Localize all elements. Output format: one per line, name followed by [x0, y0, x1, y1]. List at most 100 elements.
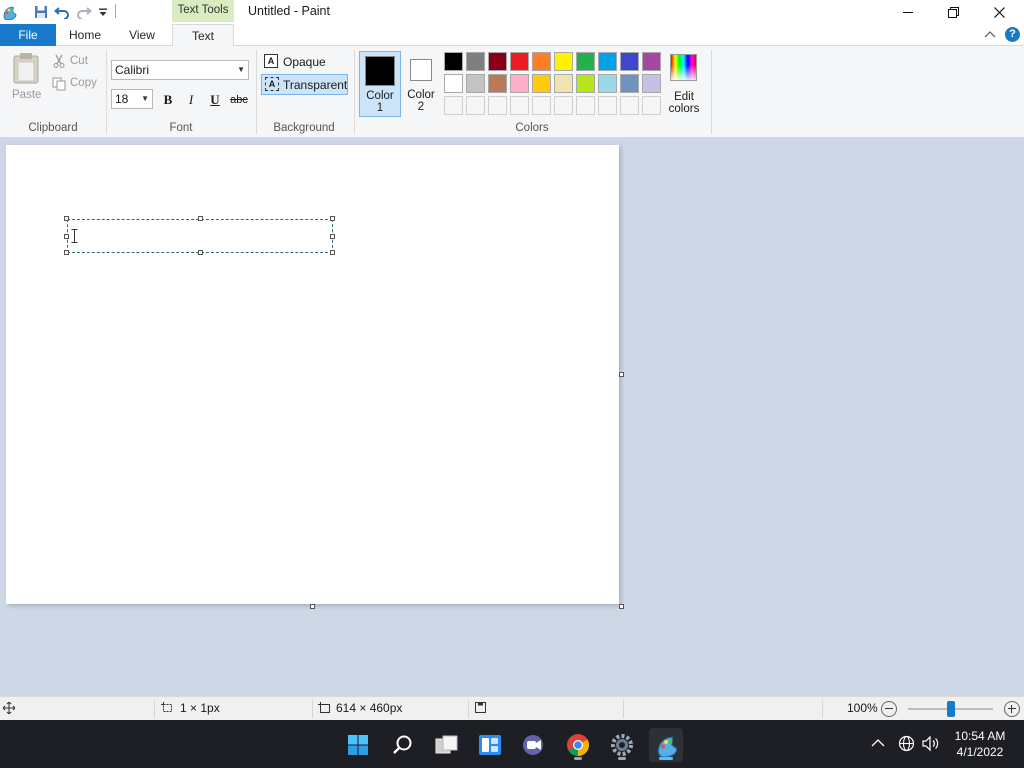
transparent-button[interactable]: A Transparent: [261, 74, 348, 95]
tab-file[interactable]: File: [0, 24, 56, 46]
palette-swatch[interactable]: [488, 96, 507, 115]
palette-swatch[interactable]: [576, 96, 595, 115]
edit-colors-button[interactable]: Edit colors: [668, 51, 700, 117]
clipboard-group-label: Clipboard: [28, 122, 78, 134]
palette-swatch[interactable]: [466, 74, 485, 93]
taskbar: 10:54 AM 4/1/2022: [0, 720, 1024, 768]
drawing-canvas[interactable]: [6, 145, 619, 604]
paste-button[interactable]: Paste: [12, 89, 41, 101]
resize-handle[interactable]: [64, 250, 69, 255]
palette-swatch[interactable]: [444, 52, 463, 71]
zoom-slider[interactable]: [908, 701, 993, 717]
italic-button[interactable]: I: [180, 90, 202, 110]
show-hidden-icons-chevron-up-icon[interactable]: [871, 737, 885, 751]
tab-view[interactable]: View: [114, 24, 170, 46]
font-group-label: Font: [169, 122, 193, 134]
palette-swatch[interactable]: [642, 74, 661, 93]
paste-icon[interactable]: [12, 52, 42, 87]
chevron-down-icon: ▼: [141, 94, 149, 103]
network-globe-icon[interactable]: [898, 735, 915, 755]
canvas-resize-handle-right[interactable]: [619, 372, 624, 377]
zoom-slider-thumb[interactable]: [946, 701, 955, 717]
task-view-icon[interactable]: [430, 728, 464, 762]
palette-swatch[interactable]: [532, 52, 551, 71]
resize-handle[interactable]: [198, 250, 203, 255]
palette-swatch[interactable]: [488, 52, 507, 71]
canvas-size-icon: [318, 702, 331, 717]
save-icon[interactable]: [32, 3, 50, 21]
clock[interactable]: 10:54 AM 4/1/2022: [948, 728, 1012, 760]
palette-swatch[interactable]: [598, 96, 617, 115]
opaque-label: Opaque: [283, 55, 326, 69]
volume-icon[interactable]: [922, 735, 940, 755]
zoom-in-button[interactable]: [1004, 701, 1020, 717]
palette-swatch[interactable]: [642, 52, 661, 71]
cut-button[interactable]: Cut: [70, 55, 88, 67]
restore-button[interactable]: [930, 0, 976, 24]
bold-button[interactable]: B: [157, 90, 179, 110]
teams-chat-icon[interactable]: [517, 728, 551, 762]
palette-swatch[interactable]: [554, 52, 573, 71]
palette-swatch[interactable]: [532, 74, 551, 93]
palette-swatch[interactable]: [576, 74, 595, 93]
palette-swatch[interactable]: [488, 74, 507, 93]
palette-swatch[interactable]: [642, 96, 661, 115]
palette-swatch[interactable]: [598, 74, 617, 93]
font-size-select[interactable]: 18 ▼: [111, 89, 153, 109]
canvas-resize-handle-bottom[interactable]: [310, 604, 315, 609]
palette-swatch[interactable]: [620, 96, 639, 115]
font-family-select[interactable]: Calibri ▼: [111, 60, 249, 80]
font-family-value: Calibri: [115, 63, 150, 77]
font-size-value: 18: [115, 92, 129, 106]
undo-icon[interactable]: [53, 3, 71, 21]
resize-handle[interactable]: [198, 216, 203, 221]
chrome-icon[interactable]: [561, 728, 595, 762]
color1-button[interactable]: Color 1: [359, 51, 401, 117]
search-icon[interactable]: [386, 728, 420, 762]
palette-swatch[interactable]: [576, 52, 595, 71]
color2-button[interactable]: Color 2: [404, 51, 438, 117]
palette-swatch[interactable]: [444, 96, 463, 115]
running-indicator: [618, 757, 626, 760]
text-input-box[interactable]: [64, 216, 335, 255]
resize-handle[interactable]: [64, 216, 69, 221]
palette-swatch[interactable]: [620, 74, 639, 93]
palette-swatch[interactable]: [554, 74, 573, 93]
paint-taskbar-icon[interactable]: [649, 728, 683, 762]
paint-app-icon[interactable]: [0, 3, 18, 21]
palette-swatch[interactable]: [554, 96, 573, 115]
settings-gear-icon[interactable]: [605, 728, 639, 762]
tab-text[interactable]: Text: [172, 24, 234, 47]
start-button[interactable]: [341, 728, 375, 762]
zoom-out-button[interactable]: [881, 701, 897, 717]
resize-handle[interactable]: [330, 234, 335, 239]
resize-handle[interactable]: [64, 234, 69, 239]
palette-swatch[interactable]: [510, 74, 529, 93]
resize-handle[interactable]: [330, 216, 335, 221]
cut-icon[interactable]: [52, 54, 66, 71]
close-button[interactable]: [976, 0, 1022, 24]
palette-swatch[interactable]: [510, 96, 529, 115]
tab-home[interactable]: Home: [56, 24, 114, 46]
palette-swatch[interactable]: [444, 74, 463, 93]
underline-button[interactable]: U: [204, 90, 226, 110]
help-icon[interactable]: ?: [1005, 27, 1020, 42]
palette-swatch[interactable]: [598, 52, 617, 71]
canvas-resize-handle-corner[interactable]: [619, 604, 624, 609]
palette-swatch[interactable]: [620, 52, 639, 71]
divider: [822, 700, 823, 718]
palette-swatch[interactable]: [510, 52, 529, 71]
minimize-ribbon-icon[interactable]: [984, 28, 996, 42]
redo-icon[interactable]: [75, 3, 93, 21]
minimize-button[interactable]: [885, 0, 931, 24]
resize-handle[interactable]: [330, 250, 335, 255]
copy-icon[interactable]: [52, 77, 66, 94]
customize-quick-access-icon[interactable]: [94, 3, 112, 21]
palette-swatch[interactable]: [532, 96, 551, 115]
strikethrough-button[interactable]: abc: [228, 90, 250, 110]
widgets-icon[interactable]: [473, 728, 507, 762]
opaque-button[interactable]: A Opaque: [264, 54, 354, 72]
palette-swatch[interactable]: [466, 52, 485, 71]
palette-swatch[interactable]: [466, 96, 485, 115]
copy-button[interactable]: Copy: [70, 77, 97, 89]
